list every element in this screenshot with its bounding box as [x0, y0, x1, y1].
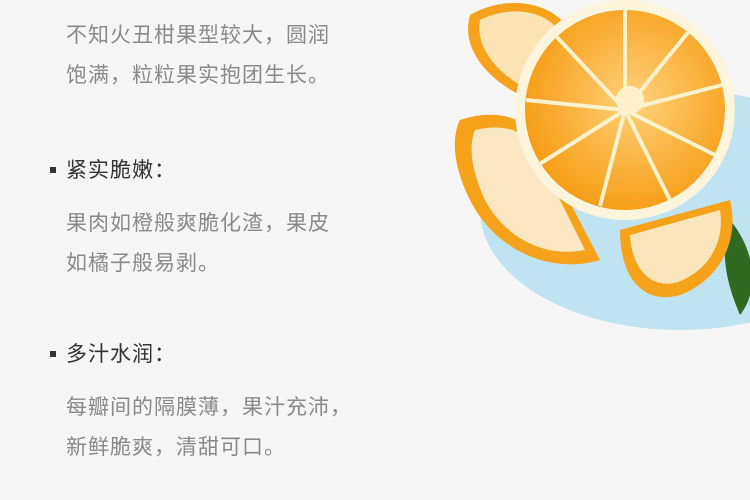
feature-heading-juicy: 多汁水润：	[50, 339, 176, 369]
feature-description-crisp: 果肉如橙般爽脆化渣，果皮 如橘子般易剥。	[66, 203, 330, 283]
feature-line-1: 果肉如橙般爽脆化渣，果皮	[66, 211, 330, 235]
square-bullet-icon	[50, 167, 56, 173]
intro-line-2: 饱满，粒粒果实抱团生长。	[66, 63, 330, 87]
orange-core	[616, 86, 644, 114]
feature-heading-crisp: 紧实脆嫩：	[50, 155, 176, 185]
intro-line-1: 不知火丑柑果型较大，圆润	[66, 23, 330, 47]
feature-line-1: 每瓣间的隔膜薄，果汁充沛，	[66, 395, 352, 419]
feature-line-2: 新鲜脆爽，清甜可口。	[66, 435, 286, 459]
feature-title: 多汁水润：	[66, 342, 176, 366]
feature-text-column: 不知火丑柑果型较大，圆润 饱满，粒粒果实抱团生长。 紧实脆嫩： 果肉如橙般爽脆化…	[0, 0, 440, 500]
intro-description: 不知火丑柑果型较大，圆润 饱满，粒粒果实抱团生长。	[66, 15, 330, 95]
feature-description-juicy: 每瓣间的隔膜薄，果汁充沛， 新鲜脆爽，清甜可口。	[66, 387, 352, 467]
peeled-orange-image	[454, 0, 750, 330]
feature-title: 紧实脆嫩：	[66, 158, 176, 182]
feature-line-2: 如橘子般易剥。	[66, 251, 220, 275]
square-bullet-icon	[50, 351, 56, 357]
